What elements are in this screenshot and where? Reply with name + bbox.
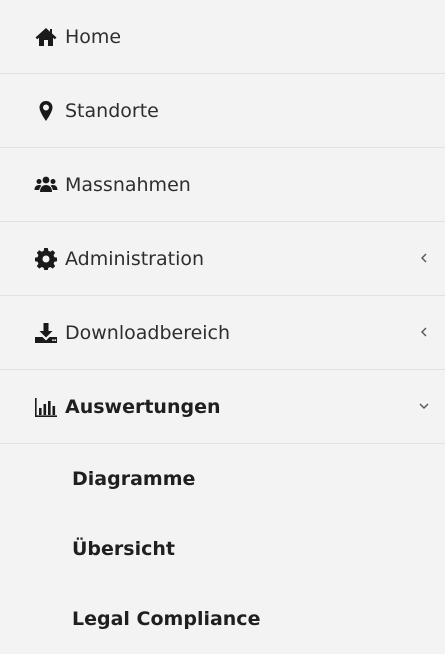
bar-chart-icon bbox=[34, 395, 58, 419]
nav-item-home[interactable]: Home bbox=[0, 0, 445, 74]
chevron-left-icon[interactable] bbox=[418, 325, 430, 339]
nav-list: Home Standorte Massnahmen Administration… bbox=[0, 0, 445, 444]
chevron-down-icon[interactable] bbox=[418, 399, 430, 413]
submenu-auswertungen: Diagramme Übersicht Legal Compliance bbox=[0, 444, 445, 654]
nav-item-label: Auswertungen bbox=[65, 396, 221, 418]
users-icon bbox=[34, 173, 58, 197]
nav-item-massnahmen[interactable]: Massnahmen bbox=[0, 148, 445, 222]
submenu-item-label: Übersicht bbox=[72, 538, 175, 560]
nav-item-auswertungen[interactable]: Auswertungen bbox=[0, 370, 445, 444]
nav-item-label: Massnahmen bbox=[65, 174, 191, 196]
chevron-left-icon[interactable] bbox=[418, 251, 430, 265]
gear-icon bbox=[34, 247, 58, 271]
nav-item-label: Standorte bbox=[65, 100, 159, 122]
home-icon bbox=[34, 25, 58, 49]
nav-item-label: Home bbox=[65, 26, 122, 48]
download-icon bbox=[34, 321, 58, 345]
nav-item-administration[interactable]: Administration bbox=[0, 222, 445, 296]
nav-item-standorte[interactable]: Standorte bbox=[0, 74, 445, 148]
submenu-item-label: Diagramme bbox=[72, 468, 196, 490]
sidebar-nav: Home Standorte Massnahmen Administration… bbox=[0, 0, 445, 654]
nav-item-label: Administration bbox=[65, 248, 205, 270]
submenu-item-uebersicht[interactable]: Übersicht bbox=[0, 514, 445, 584]
submenu-item-label: Legal Compliance bbox=[72, 608, 261, 630]
nav-item-label: Downloadbereich bbox=[65, 322, 231, 344]
map-marker-icon bbox=[34, 99, 58, 123]
submenu-item-diagramme[interactable]: Diagramme bbox=[0, 444, 445, 514]
nav-item-downloadbereich[interactable]: Downloadbereich bbox=[0, 296, 445, 370]
submenu-item-legal-compliance[interactable]: Legal Compliance bbox=[0, 584, 445, 654]
